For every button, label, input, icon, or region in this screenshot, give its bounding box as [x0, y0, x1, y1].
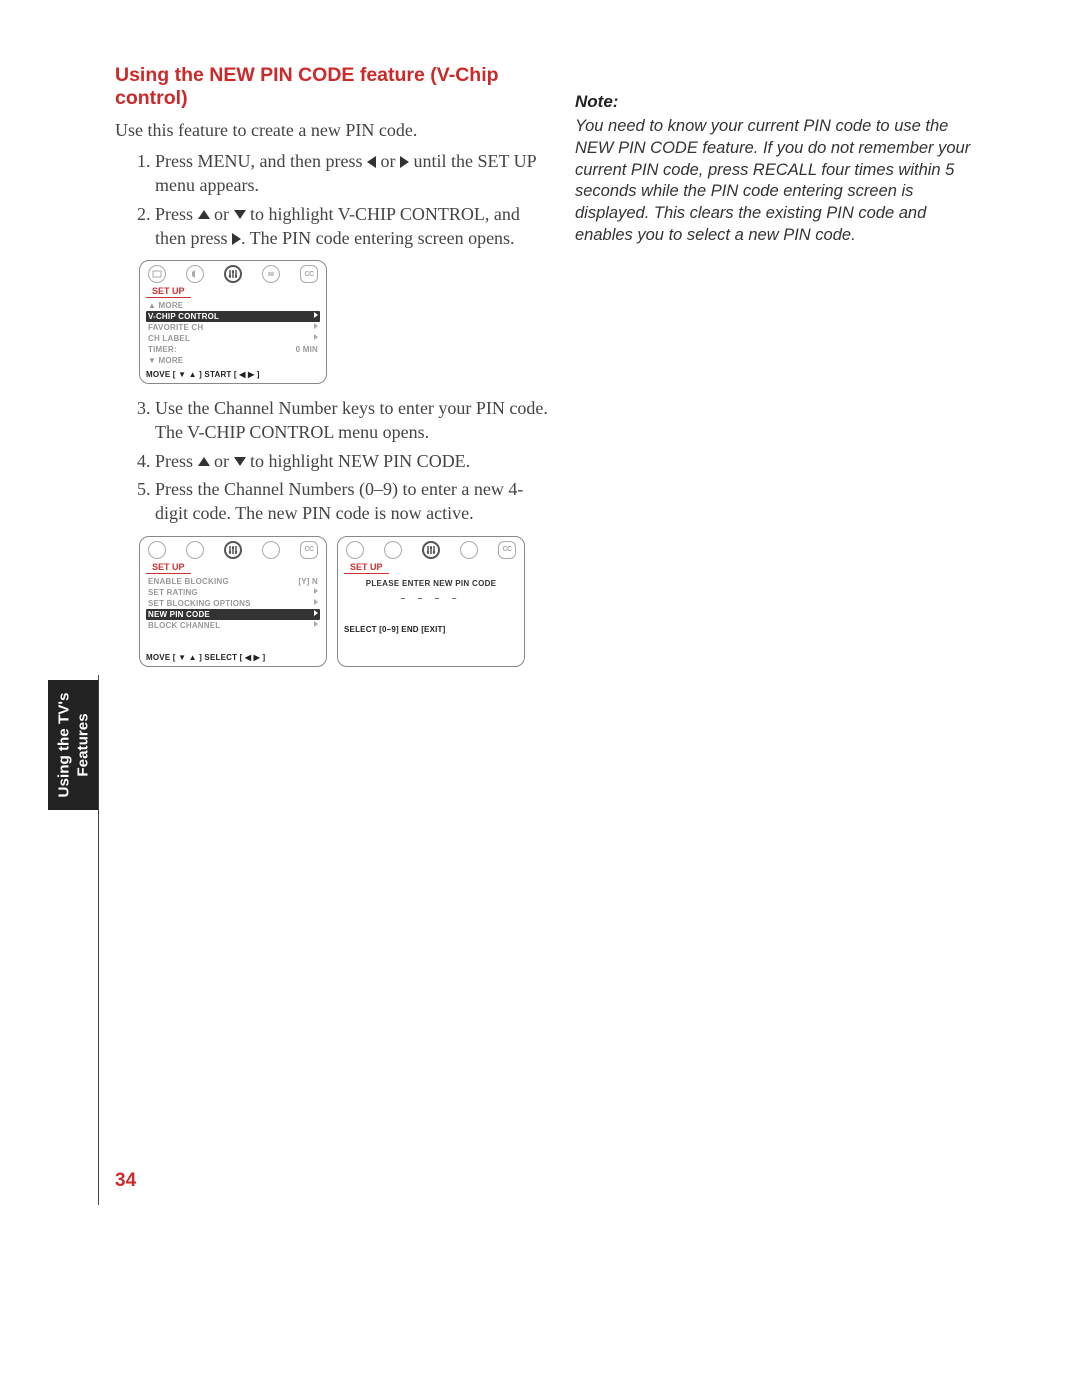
osd-picture-icon: [148, 265, 166, 283]
step-4: Press or to highlight NEW PIN CODE.: [155, 449, 550, 473]
intro-text: Use this feature to create a new PIN cod…: [115, 120, 550, 141]
step-1: Press MENU, and then press or until the …: [155, 149, 550, 198]
osd-enter-pin: CC SET UP PLEASE ENTER NEW PIN CODE – – …: [337, 536, 525, 667]
osd-vchip-menu: CC SET UP ENABLE BLOCKING[Y] N SET RATIN…: [139, 536, 327, 667]
osd-row-more-top: ▲ MORE: [146, 300, 320, 311]
osd-picture-icon: [346, 541, 364, 559]
down-arrow-icon: [234, 210, 246, 219]
osd-pin-dashes: – – – –: [338, 591, 524, 621]
osd-hints: MOVE [ ▼ ▲ ] SELECT [ ◀ ▶ ]: [140, 649, 326, 662]
osd-row-enable: ENABLE BLOCKING[Y] N: [146, 576, 320, 587]
osd-title: SET UP: [146, 286, 191, 298]
osd-cc-icon: CC: [300, 541, 318, 559]
page-number: 34: [115, 1170, 136, 1192]
note-body: You need to know your current PIN code t…: [575, 116, 975, 247]
osd-row-chlabel: CH LABEL: [146, 333, 320, 344]
vertical-rule: [98, 675, 99, 1205]
note-heading: Note:: [575, 92, 975, 112]
osd-row-blockch: BLOCK CHANNEL: [146, 620, 320, 631]
osd-audio-icon: [384, 541, 402, 559]
osd-row-setblock: SET BLOCKING OPTIONS: [146, 598, 320, 609]
steps-list-2: Use the Channel Number keys to enter you…: [115, 396, 550, 525]
osd-title: SET UP: [146, 562, 191, 574]
osd-setup-icon: [422, 541, 440, 559]
osd-audio-icon: [186, 541, 204, 559]
osd-row-newpin: NEW PIN CODE: [146, 609, 320, 620]
left-arrow-icon: [367, 156, 376, 168]
osd-row-setrating: SET RATING: [146, 587, 320, 598]
osd-lang-icon: [262, 541, 280, 559]
right-arrow-icon: [232, 233, 241, 245]
steps-list: Press MENU, and then press or until the …: [115, 149, 550, 250]
osd-cc-icon: CC: [498, 541, 516, 559]
osd-lang-icon: [460, 541, 478, 559]
osd-setup-icon: [224, 265, 242, 283]
osd-row-timer: TIMER:0 MIN: [146, 344, 320, 355]
osd-lang-icon: [262, 265, 280, 283]
osd-row-more-bot: ▼ MORE: [146, 355, 320, 366]
section-heading: Using the NEW PIN CODE feature (V-Chip c…: [115, 64, 550, 110]
osd-title: SET UP: [344, 562, 389, 574]
osd-hints: SELECT [0–9] END [EXIT]: [338, 621, 524, 634]
up-arrow-icon: [198, 210, 210, 219]
osd-picture-icon: [148, 541, 166, 559]
right-arrow-icon: [400, 156, 409, 168]
chapter-tab-line1: Using the TV's: [55, 693, 72, 798]
osd-row-vchip: V-CHIP CONTROL: [146, 311, 320, 322]
chapter-tab: Using the TV's Features: [48, 680, 98, 810]
step-3: Use the Channel Number keys to enter you…: [155, 396, 550, 445]
osd-prompt: PLEASE ENTER NEW PIN CODE: [338, 576, 524, 591]
up-arrow-icon: [198, 457, 210, 466]
chapter-tab-line2: Features: [74, 713, 91, 776]
note-block: Note: You need to know your current PIN …: [575, 92, 975, 247]
step-2: Press or to highlight V-CHIP CONTROL, an…: [155, 202, 550, 251]
osd-row-favorite: FAVORITE CH: [146, 322, 320, 333]
osd-setup-vchip: CC SET UP ▲ MORE V-CHIP CONTROL FAVORITE…: [139, 260, 327, 384]
step-5: Press the Channel Numbers (0–9) to enter…: [155, 477, 550, 526]
osd-cc-icon: CC: [300, 265, 318, 283]
osd-audio-icon: [186, 265, 204, 283]
osd-setup-icon: [224, 541, 242, 559]
osd-hints: MOVE [ ▼ ▲ ] START [ ◀ ▶ ]: [140, 366, 326, 379]
down-arrow-icon: [234, 457, 246, 466]
